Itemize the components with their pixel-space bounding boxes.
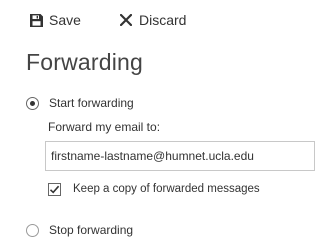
stop-forwarding-radio[interactable] (26, 223, 39, 237)
stop-forwarding-label: Stop forwarding (49, 223, 134, 237)
checkmark-icon (49, 185, 60, 194)
start-forwarding-option[interactable]: Start forwarding (26, 94, 134, 112)
start-forwarding-label: Start forwarding (49, 96, 134, 110)
forward-to-label: Forward my email to: (48, 120, 161, 134)
forward-email-input[interactable] (45, 141, 315, 171)
keep-copy-option[interactable]: Keep a copy of forwarded messages (48, 181, 260, 197)
save-button-label: Save (49, 12, 81, 28)
keep-copy-checkbox[interactable] (48, 182, 61, 196)
stop-forwarding-option[interactable]: Stop forwarding (26, 221, 133, 239)
save-button[interactable]: Save (29, 10, 81, 30)
keep-copy-label: Keep a copy of forwarded messages (73, 183, 260, 195)
page-title: Forwarding (26, 49, 144, 75)
toolbar: Save Discard (0, 0, 307, 38)
floppy-disk-icon (29, 13, 43, 27)
close-x-icon (119, 13, 133, 27)
discard-button[interactable]: Discard (119, 10, 186, 30)
radio-selected-dot (30, 100, 35, 106)
start-forwarding-radio[interactable] (26, 96, 39, 110)
discard-button-label: Discard (139, 12, 187, 28)
